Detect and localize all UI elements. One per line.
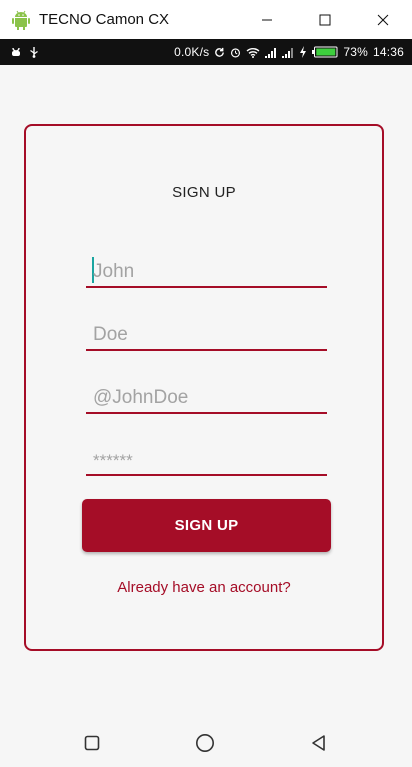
signup-title: SIGN UP [172, 184, 236, 201]
home-icon [196, 734, 214, 752]
android-icon [11, 10, 31, 30]
signal-icon [282, 47, 294, 58]
last-name-value: Doe [93, 324, 128, 345]
network-speed: 0.0K/s [174, 45, 210, 59]
last-name-field[interactable]: Doe [86, 317, 327, 351]
back-icon [312, 735, 325, 751]
usb-icon [30, 47, 38, 58]
recents-button[interactable] [79, 730, 105, 756]
first-name-field[interactable]: John [86, 254, 327, 288]
close-button[interactable] [354, 0, 412, 39]
usb-debug-icon [12, 47, 20, 56]
first-name-value: John [93, 261, 135, 282]
android-navbar [0, 720, 412, 767]
recents-icon [84, 735, 100, 751]
sync-icon [215, 47, 225, 57]
maximize-button[interactable] [296, 0, 354, 39]
alarm-icon [231, 47, 241, 57]
home-button[interactable] [192, 730, 218, 756]
minimize-icon [262, 19, 272, 20]
window-title: TECNO Camon CX [39, 11, 170, 28]
signup-card: SIGN UP John Doe @JohnDoe ****** SIGN UP… [24, 124, 384, 651]
login-link[interactable]: Already have an account? [26, 579, 382, 596]
password-value: ****** [93, 451, 133, 470]
charging-icon [300, 46, 307, 58]
signup-button[interactable]: SIGN UP [82, 499, 331, 552]
window-controls [238, 0, 412, 39]
window-titlebar[interactable]: TECNO Camon CX [0, 0, 412, 39]
minimize-button[interactable] [238, 0, 296, 39]
back-button[interactable] [306, 730, 332, 756]
emulator-window: TECNO Camon CX 0.0K/s 73% 14:36 SIGN UP … [0, 0, 412, 767]
maximize-icon [319, 14, 331, 25]
wifi-icon [246, 47, 260, 58]
battery-icon [312, 46, 338, 58]
username-value: @JohnDoe [93, 387, 189, 408]
username-field[interactable]: @JohnDoe [86, 380, 327, 414]
battery-percent: 73% [343, 45, 368, 59]
status-time: 14:36 [372, 45, 404, 59]
signal-icon [265, 47, 277, 58]
close-icon [377, 14, 389, 25]
password-field[interactable]: ****** [86, 442, 327, 476]
android-statusbar: 0.0K/s 73% 14:36 [0, 39, 412, 65]
